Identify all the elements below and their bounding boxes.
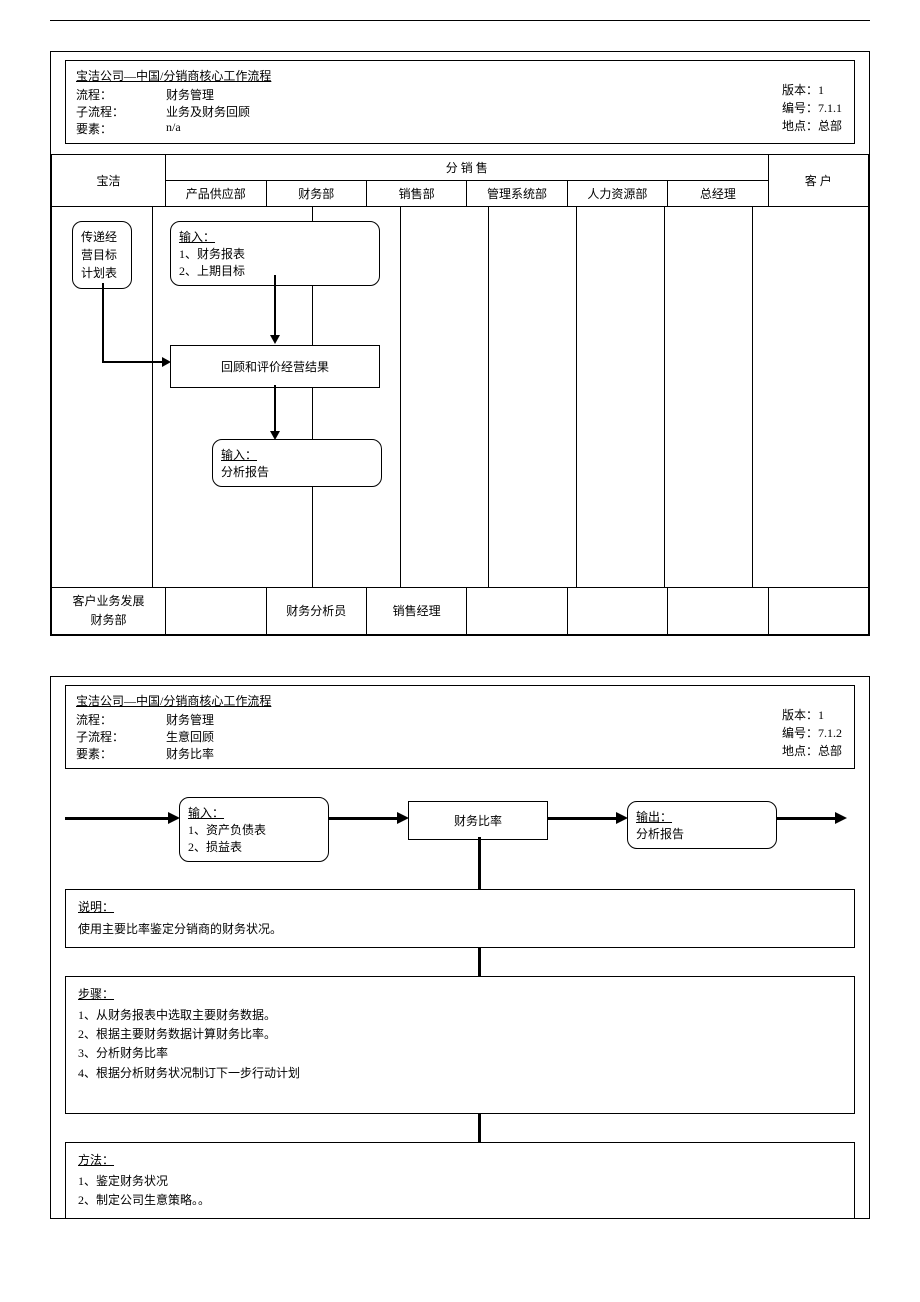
lane-sub-2: 销售部 — [366, 181, 466, 207]
d1-meta-right: 版本：1 编号：7.1.1 地点：总部 — [782, 81, 842, 135]
d2-conn-1 — [51, 948, 869, 976]
lane-sub-1: 财务部 — [266, 181, 366, 207]
swimlane-canvas: 传递经 营目标 计划表 输入： 1、财务报表 2、上期目标 — [52, 207, 868, 587]
lane-sub-3: 管理系统部 — [467, 181, 567, 207]
d1-meta-r1: 编号：7.1.1 — [782, 99, 842, 117]
d2-meta-r2: 地点：总部 — [782, 742, 842, 760]
footer-pg-0: 客户业务发展 — [56, 592, 161, 611]
d2-steps-title: 步骤： — [78, 985, 842, 1004]
node-goal-plan: 传递经 营目标 计划表 — [72, 221, 132, 289]
d2-method-title: 方法： — [78, 1151, 842, 1170]
d2-input-title: 输入： — [188, 804, 320, 821]
d2-step-3: 4、根据分析财务状况制订下一步行动计划 — [78, 1064, 842, 1083]
node-input-l1: 1、财务报表 — [179, 245, 371, 262]
swimlane-header-row2: 产品供应部 财务部 销售部 管理系统部 人力资源部 总经理 — [52, 181, 869, 207]
d2-title: 宝洁公司—中国/分销商核心工作流程 — [76, 692, 844, 709]
d2-desc-title: 说明： — [78, 898, 842, 917]
d2-step-2: 3、分析财务比率 — [78, 1044, 842, 1063]
d2-method-1: 2、制定公司生意策略。。 — [78, 1191, 842, 1210]
d2-meta-l2-val: 财务比率 — [166, 745, 214, 762]
d2-method-block: 方法： 1、鉴定财务状况 2、制定公司生意策略。。 — [65, 1142, 855, 1219]
d2-input-box: 输入： 1、资产负债表 2、损益表 — [179, 797, 329, 862]
lane-head-dist: 分 销 售 — [166, 155, 768, 181]
lane-head-pg: 宝洁 — [52, 155, 166, 207]
d2-flow-area: 输入： 1、资产负债表 2、损益表 财务比率 输出： 分析报告 — [51, 779, 869, 889]
node-goal-plan-text: 传递经 营目标 计划表 — [81, 230, 117, 280]
swimlane-footer: 客户业务发展 财务部 财务分析员 销售经理 — [52, 588, 869, 635]
d2-step-1: 2、根据主要财务数据计算财务比率。 — [78, 1025, 842, 1044]
d1-meta-l2-label: 要素： — [76, 120, 166, 137]
footer-sales: 销售经理 — [366, 588, 466, 635]
footer-finance: 财务分析员 — [266, 588, 366, 635]
d2-output-box: 输出： 分析报告 — [627, 801, 777, 849]
d2-meta-right: 版本：1 编号：7.1.2 地点：总部 — [782, 706, 842, 760]
node-review: 回顾和评价经营结果 — [170, 345, 380, 388]
d2-meta-l0-val: 财务管理 — [166, 711, 214, 728]
d2-conn-2 — [51, 1114, 869, 1142]
swimlane-header-row1: 宝洁 分 销 售 客 户 — [52, 155, 869, 181]
d2-center-text: 财务比率 — [454, 814, 502, 828]
swimlane-body-row: 传递经 营目标 计划表 输入： 1、财务报表 2、上期目标 — [52, 207, 869, 588]
d2-step-0: 1、从财务报表中选取主要财务数据。 — [78, 1006, 842, 1025]
d1-title: 宝洁公司—中国/分销商核心工作流程 — [76, 67, 844, 84]
d2-meta-l1-val: 生意回顾 — [166, 728, 214, 745]
diagram-1: 宝洁公司—中国/分销商核心工作流程 流程：财务管理 子流程：业务及财务回顾 要素… — [50, 51, 870, 636]
lane-sub-4: 人力资源部 — [567, 181, 667, 207]
lane-head-customer: 客 户 — [768, 155, 868, 207]
d1-meta-l1-label: 子流程： — [76, 103, 166, 120]
d2-output-title: 输出： — [636, 808, 768, 825]
d2-output-l0: 分析报告 — [636, 825, 768, 842]
d1-meta-l2-val: n/a — [166, 120, 181, 137]
footer-pg: 客户业务发展 财务部 — [52, 588, 166, 635]
d2-method-0: 1、鉴定财务状况 — [78, 1172, 842, 1191]
node-review-text: 回顾和评价经营结果 — [221, 360, 329, 374]
d2-meta-r1: 编号：7.1.2 — [782, 724, 842, 742]
d2-header: 宝洁公司—中国/分销商核心工作流程 流程：财务管理 子流程：生意回顾 要素：财务… — [65, 685, 855, 769]
d2-input-l0: 1、资产负债表 — [188, 821, 320, 838]
node-output-title: 输入： — [221, 446, 373, 463]
node-output: 输入： 分析报告 — [212, 439, 382, 487]
d1-meta-l1-val: 业务及财务回顾 — [166, 103, 250, 120]
d1-meta-l0-label: 流程： — [76, 86, 166, 103]
lane-sub-0: 产品供应部 — [166, 181, 266, 207]
node-output-l1: 分析报告 — [221, 463, 373, 480]
footer-pg-1: 财务部 — [56, 611, 161, 630]
d2-meta-r0: 版本：1 — [782, 706, 842, 724]
d2-meta-l0-label: 流程： — [76, 711, 166, 728]
d2-center-box: 财务比率 — [408, 801, 548, 840]
d1-header: 宝洁公司—中国/分销商核心工作流程 流程：财务管理 子流程：业务及财务回顾 要素… — [65, 60, 855, 144]
d2-input-l1: 2、损益表 — [188, 838, 320, 855]
d1-meta-r0: 版本：1 — [782, 81, 842, 99]
d2-steps-block: 步骤： 1、从财务报表中选取主要财务数据。 2、根据主要财务数据计算财务比率。 … — [65, 976, 855, 1114]
d2-meta-l2-label: 要素： — [76, 745, 166, 762]
d2-desc-block: 说明： 使用主要比率鉴定分销商的财务状况。 — [65, 889, 855, 947]
d2-desc-body: 使用主要比率鉴定分销商的财务状况。 — [78, 920, 842, 939]
node-input-title: 输入： — [179, 228, 371, 245]
lane-sub-5: 总经理 — [668, 181, 768, 207]
d1-meta-l0-val: 财务管理 — [166, 86, 214, 103]
d2-meta-l1-label: 子流程： — [76, 728, 166, 745]
diagram-2: 宝洁公司—中国/分销商核心工作流程 流程：财务管理 子流程：生意回顾 要素：财务… — [50, 676, 870, 1219]
d1-meta-r2: 地点：总部 — [782, 117, 842, 135]
page-divider — [50, 20, 870, 21]
swimlane-table: 宝洁 分 销 售 客 户 产品供应部 财务部 销售部 管理系统部 人力资源部 总… — [51, 154, 869, 635]
